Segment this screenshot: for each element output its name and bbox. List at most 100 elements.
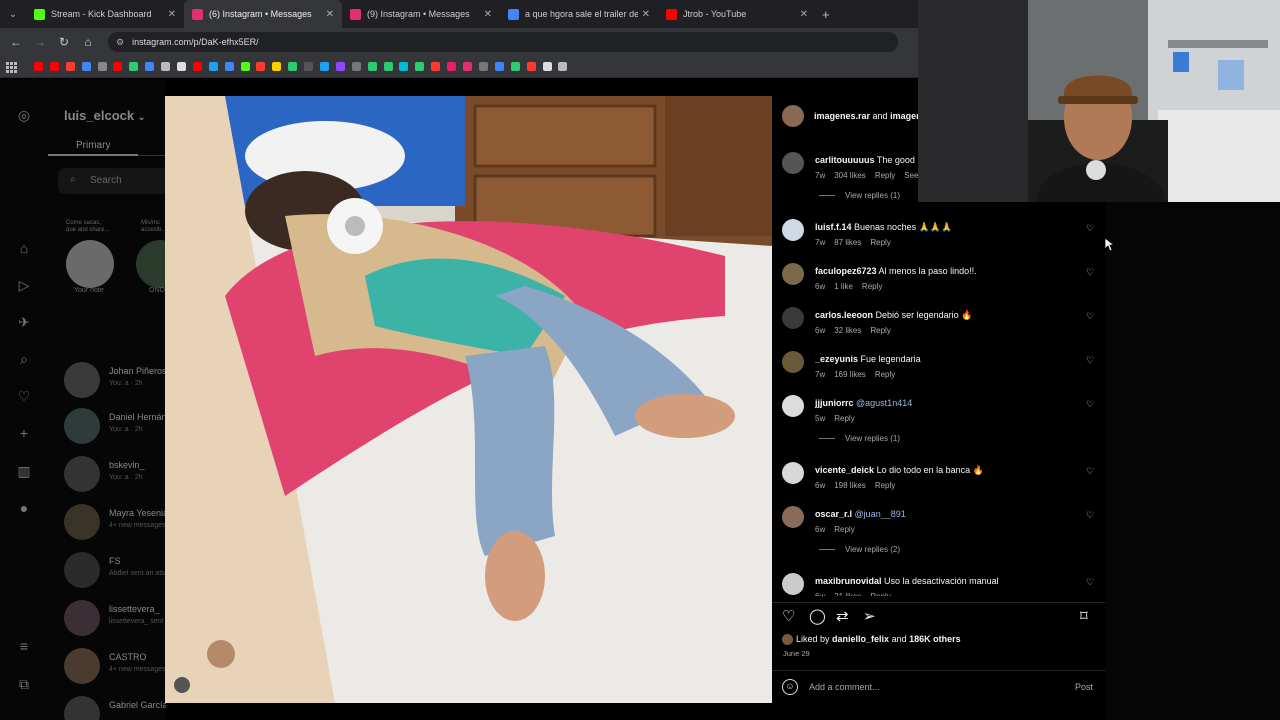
comment-likes[interactable]: 169 likes (834, 370, 866, 379)
bookmark-favicon-icon[interactable] (415, 62, 425, 71)
add-comment-input[interactable]: Add a comment... (809, 682, 880, 692)
comment-likes[interactable]: 87 likes (834, 238, 861, 247)
account-switcher[interactable]: luis_elcock ⌄ (64, 108, 145, 123)
comment-heart-icon[interactable]: ♡ (1086, 355, 1094, 366)
bookmark-favicon-icon[interactable] (177, 62, 187, 71)
commenter-username[interactable]: luisf.f.14 (815, 222, 852, 232)
bookmark-favicon-icon[interactable] (383, 62, 393, 71)
close-tab-icon[interactable]: ✕ (642, 9, 650, 20)
browser-tab[interactable]: a que hgora sale el trailer de gt ✕ (500, 0, 658, 28)
bookmark-favicon-icon[interactable] (208, 62, 218, 71)
url-field[interactable]: ⚙ instagram.com/p/DaK-efhx5ER/ (108, 32, 898, 52)
instagram-logo-icon[interactable]: ◎ (16, 107, 32, 123)
reply-button[interactable]: Reply (870, 238, 890, 247)
reply-button[interactable]: Reply (870, 326, 890, 335)
reply-button[interactable]: Reply (875, 171, 895, 180)
bookmark-favicon-icon[interactable] (34, 62, 43, 71)
search-input[interactable]: ⌕ Search (58, 168, 166, 194)
search-nav-icon[interactable]: ⌕ (16, 351, 32, 367)
author-avatar[interactable] (782, 105, 804, 127)
commenter-avatar[interactable] (782, 506, 804, 528)
reels-nav-icon[interactable]: ▷ (16, 277, 32, 293)
site-info-icon[interactable]: ⚙ (116, 37, 124, 48)
note-avatar[interactable] (66, 240, 114, 288)
dashboard-nav-icon[interactable]: ▥ (16, 463, 32, 479)
comment-mention[interactable]: @juan__891 (855, 509, 906, 519)
bookmark-favicon-icon[interactable] (463, 62, 473, 71)
browser-tab[interactable]: (6) Instagram • Messages ✕ (184, 0, 342, 28)
commenter-avatar[interactable] (782, 219, 804, 241)
conversation-row[interactable]: Mayra Yesenia 4+ new messages (64, 504, 166, 548)
bookmark-favicon-icon[interactable] (272, 62, 282, 71)
commenter-avatar[interactable] (782, 351, 804, 373)
comment-heart-icon[interactable]: ♡ (1086, 510, 1094, 521)
conversation-row[interactable]: bskevin_ You: a · 2h (64, 456, 166, 500)
bookmark-favicon-icon[interactable] (81, 62, 91, 71)
bookmark-icon[interactable]: ⌑ (1080, 609, 1088, 625)
bookmark-favicon-icon[interactable] (65, 62, 75, 71)
liker-username[interactable]: daniello_felix (832, 634, 889, 644)
bookmark-favicon-icon[interactable] (431, 62, 441, 71)
close-tab-icon[interactable]: ✕ (326, 9, 334, 20)
bookmark-favicon-icon[interactable] (367, 62, 377, 71)
commenter-username[interactable]: jjjuniorrc (815, 398, 854, 408)
comment-heart-icon[interactable]: ♡ (1086, 223, 1094, 234)
commenter-username[interactable]: oscar_r.l (815, 509, 852, 519)
comment-mention[interactable]: @agust1n414 (856, 398, 912, 408)
profile-nav-icon[interactable]: ● (16, 500, 32, 516)
browser-tab[interactable]: (9) Instagram • Messages ✕ (342, 0, 500, 28)
commenter-avatar[interactable] (782, 462, 804, 484)
bookmark-favicon-icon[interactable] (224, 62, 234, 71)
commenter-username[interactable]: carlos.leeoon (815, 310, 873, 320)
bookmark-favicon-icon[interactable] (494, 62, 504, 71)
bookmark-favicon-icon[interactable] (113, 62, 123, 71)
commenter-avatar[interactable] (782, 395, 804, 417)
home-nav-icon[interactable]: ⌂ (16, 240, 32, 256)
bookmark-favicon-icon[interactable] (542, 62, 552, 71)
bookmark-favicon-icon[interactable] (304, 62, 314, 71)
repost-icon[interactable]: ⇄ (836, 609, 849, 625)
comment-likes[interactable]: 32 likes (834, 326, 861, 335)
comment-icon[interactable]: ◯ (809, 609, 826, 625)
reply-button[interactable]: Reply (870, 592, 890, 596)
post-media[interactable] (165, 96, 772, 703)
comment-likes[interactable]: 1 like (834, 282, 853, 291)
view-replies-button[interactable]: View replies (2) (819, 545, 900, 554)
bookmark-favicon-icon[interactable] (49, 62, 59, 71)
tab-primary[interactable]: Primary (76, 140, 110, 151)
bookmark-favicon-icon[interactable] (145, 62, 155, 71)
share-icon[interactable]: ➢ (863, 609, 876, 625)
commenter-avatar[interactable] (782, 152, 804, 174)
bookmark-favicon-icon[interactable] (97, 62, 107, 71)
comment-heart-icon[interactable]: ♡ (1086, 399, 1094, 410)
close-tab-icon[interactable]: ✕ (168, 9, 176, 20)
comment-heart-icon[interactable]: ♡ (1086, 311, 1094, 322)
reply-button[interactable]: Reply (875, 370, 895, 379)
conversation-row[interactable]: lissettevera_ lissettevera_ sent an... (64, 600, 166, 644)
bookmark-favicon-icon[interactable] (478, 62, 488, 71)
bookmark-favicon-icon[interactable] (256, 62, 266, 71)
more-menu-icon[interactable]: ≡ (16, 638, 32, 654)
view-replies-button[interactable]: View replies (1) (819, 434, 900, 443)
commenter-avatar[interactable] (782, 263, 804, 285)
bookmark-favicon-icon[interactable] (161, 62, 171, 71)
liked-by[interactable]: Liked by daniello_felix and 186K others (782, 634, 961, 646)
emoji-icon[interactable]: ☺ (782, 679, 798, 695)
commenter-username[interactable]: vicente_deick (815, 465, 874, 475)
notifications-nav-icon[interactable]: ♡ (16, 388, 32, 404)
create-nav-icon[interactable]: + (16, 425, 32, 441)
bookmark-favicon-icon[interactable] (192, 62, 202, 71)
conversation-row[interactable]: Daniel Hernández You: a · 2h (64, 408, 166, 452)
bookmark-favicon-icon[interactable] (240, 62, 250, 71)
conversation-row[interactable]: FS Abdiel sent an attachment (64, 552, 166, 596)
forward-icon[interactable]: → (28, 35, 52, 49)
reply-button[interactable]: Reply (875, 481, 895, 490)
author-username[interactable]: imagenes.rar (814, 111, 870, 121)
commenter-username[interactable]: carlitouuuuus (815, 155, 875, 165)
reply-button[interactable]: Reply (834, 414, 854, 423)
commenter-avatar[interactable] (782, 573, 804, 595)
comment-heart-icon[interactable]: ♡ (1086, 267, 1094, 278)
conversation-row[interactable]: Johan Piñeros You: a · 2h (64, 362, 166, 406)
heart-icon[interactable]: ♡ (782, 609, 795, 625)
bookmark-favicon-icon[interactable] (447, 62, 457, 71)
